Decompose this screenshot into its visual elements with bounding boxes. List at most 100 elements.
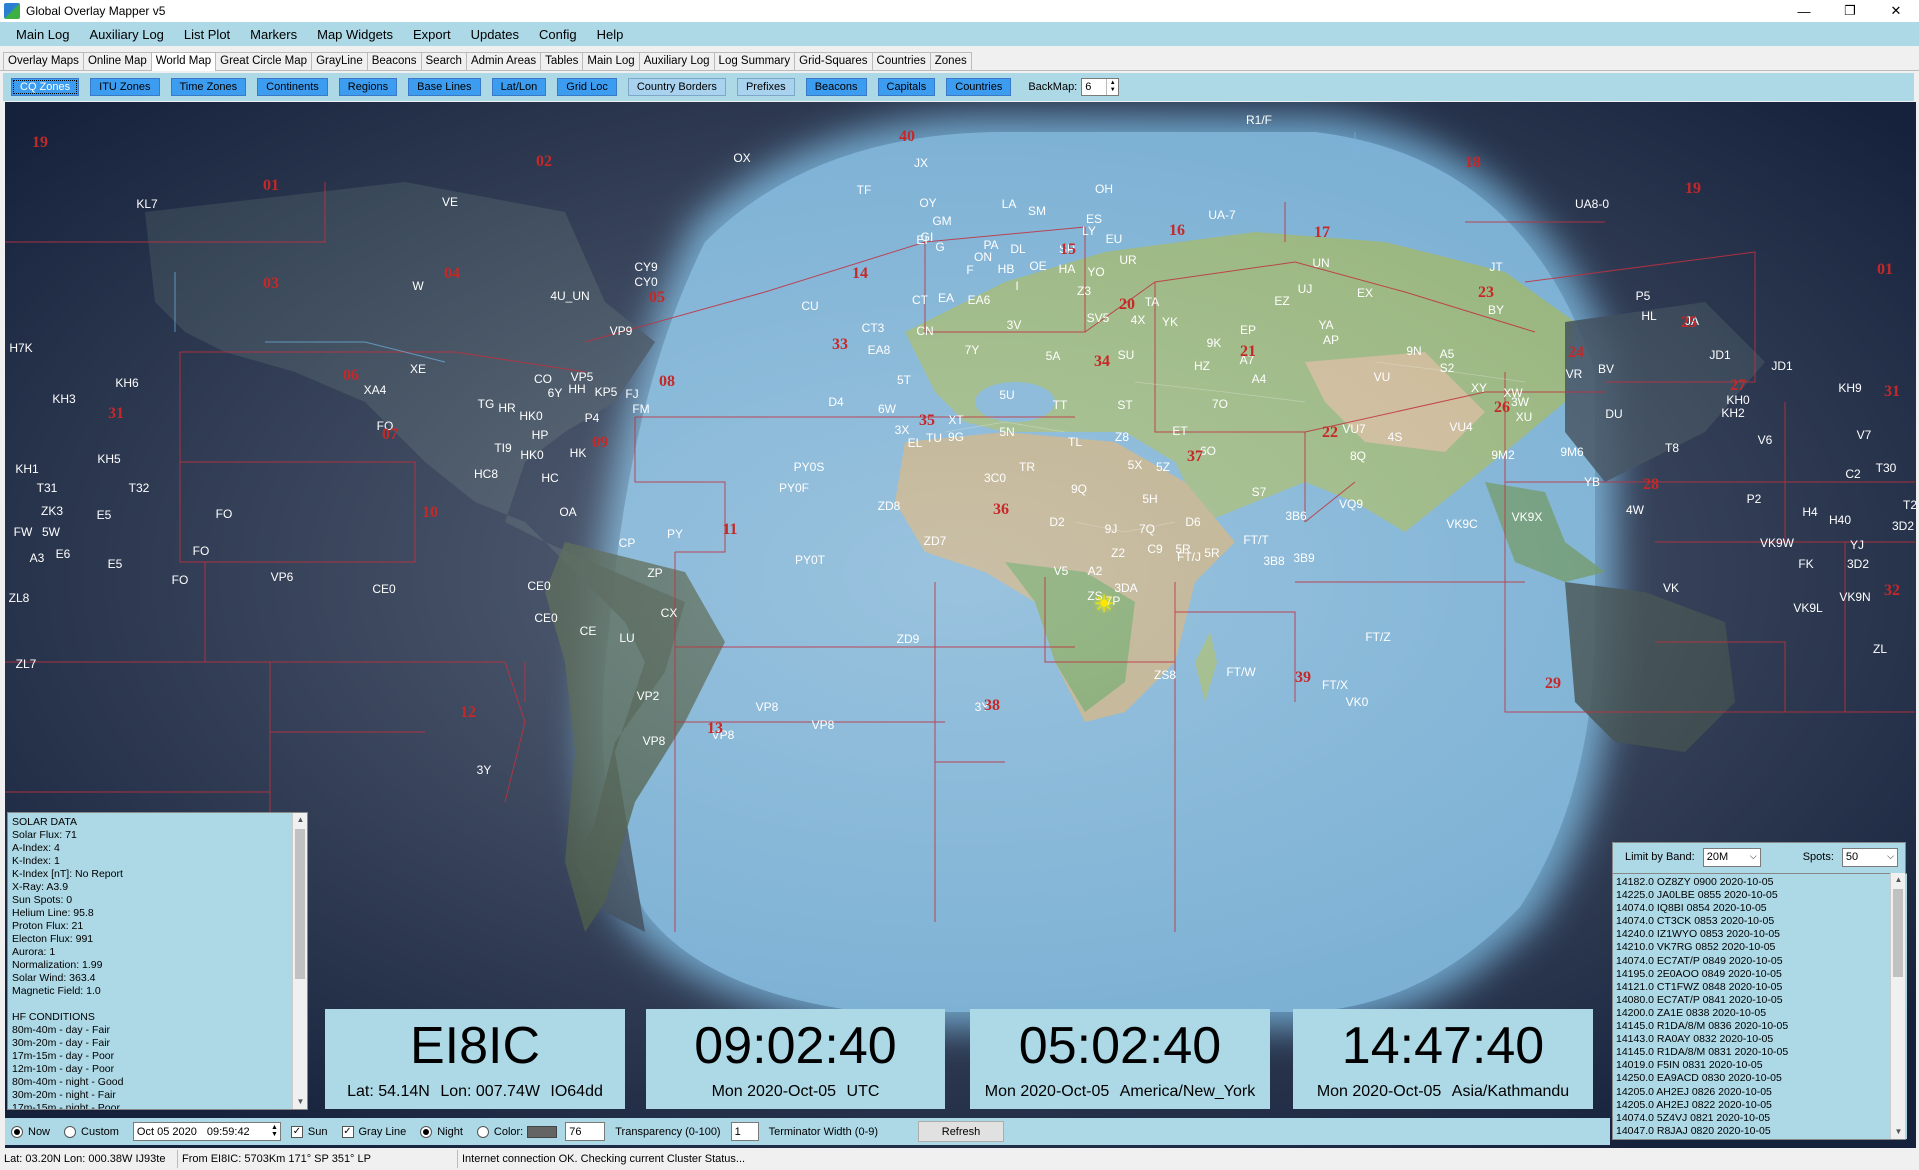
spinner-arrows-icon[interactable]: ▲ ▼: [1106, 79, 1118, 95]
menu-config[interactable]: Config: [529, 27, 587, 42]
spot-list-item[interactable]: 14240.0 IZ1WYO 0853 2020-10-05: [1616, 928, 1889, 941]
menu-map-widgets[interactable]: Map Widgets: [307, 27, 403, 42]
tab-search[interactable]: Search: [420, 52, 467, 70]
spot-list-item[interactable]: 14145.0 R1DA/8/M 0831 2020-10-05: [1616, 1046, 1889, 1059]
spot-list-item[interactable]: 14047.0 R8JAJ 0820 2020-10-05: [1616, 1125, 1889, 1138]
spot-list-item[interactable]: 14080.0 EC7AT/P 0841 2020-10-05: [1616, 994, 1889, 1007]
refresh-button[interactable]: Refresh: [918, 1121, 1005, 1142]
minimize-button[interactable]: —: [1781, 0, 1827, 22]
tab-log-summary[interactable]: Log Summary: [713, 52, 796, 70]
now-radio[interactable]: Now: [11, 1125, 50, 1138]
spot-list-item[interactable]: 14074.0 CT3CK 0853 2020-10-05: [1616, 915, 1889, 928]
scroll-up-arrow-icon[interactable]: ▲: [293, 813, 307, 827]
solar-scrollbar[interactable]: ▲ ▼: [292, 813, 307, 1109]
tab-online-map[interactable]: Online Map: [82, 52, 152, 70]
backmap-spinner[interactable]: 6 ▲ ▼: [1081, 78, 1120, 96]
tab-zones[interactable]: Zones: [929, 52, 972, 70]
spot-list-item[interactable]: 14225.0 JA0LBE 0855 2020-10-05: [1616, 889, 1889, 902]
now-radio-dot[interactable]: [11, 1125, 23, 1138]
band-select[interactable]: 20M ⌵: [1702, 847, 1761, 867]
tab-countries[interactable]: Countries: [871, 52, 931, 70]
toggle-base-lines[interactable]: Base Lines: [408, 78, 481, 96]
spot-list-item[interactable]: 14182.0 OZ8ZY 0900 2020-10-05: [1616, 876, 1889, 889]
prefix-label: VP8: [755, 700, 779, 714]
tab-auxiliary-log[interactable]: Auxiliary Log: [638, 52, 715, 70]
toggle-itu-zones[interactable]: ITU Zones: [90, 78, 160, 96]
tab-grid-squares[interactable]: Grid-Squares: [794, 52, 873, 70]
tab-main-log[interactable]: Main Log: [582, 52, 640, 70]
toggle-grid-loc[interactable]: Grid Loc: [557, 78, 617, 96]
tab-beacons[interactable]: Beacons: [366, 52, 422, 70]
spot-list-item[interactable]: 14205.0 AH2EJ 0822 2020-10-05: [1616, 1099, 1889, 1112]
prefix-label: KH3: [52, 392, 76, 406]
night-radio-dot[interactable]: [420, 1125, 433, 1138]
toggle-country-borders[interactable]: Country Borders: [627, 78, 726, 96]
toggle-time-zones[interactable]: Time Zones: [170, 78, 247, 96]
night-radio[interactable]: Night: [420, 1125, 463, 1138]
tab-overlay-maps[interactable]: Overlay Maps: [3, 52, 84, 70]
terminator-width-input[interactable]: 1: [730, 1122, 759, 1141]
toggle-beacons[interactable]: Beacons: [805, 78, 867, 96]
spot-list-item[interactable]: 14250.0 EA9ACD 0830 2020-10-05: [1616, 1072, 1889, 1085]
spot-list-item[interactable]: 14074.0 IQ8BI 0854 2020-10-05: [1616, 902, 1889, 915]
custom-radio-dot[interactable]: [64, 1125, 77, 1138]
toggle-prefixes[interactable]: Prefixes: [736, 78, 795, 96]
toggle-cq-zones[interactable]: CQ Zones: [11, 78, 80, 96]
scroll-up-arrow-icon[interactable]: ▲: [1891, 873, 1906, 887]
close-button[interactable]: ✕: [1873, 0, 1919, 22]
color-radio[interactable]: Color:: [476, 1125, 523, 1138]
toggle-lat-lon[interactable]: Lat/Lon: [491, 78, 547, 96]
grayline-checkbox[interactable]: ✓ Gray Line: [341, 1125, 406, 1138]
tab-tables[interactable]: Tables: [540, 52, 584, 70]
toggle-regions[interactable]: Regions: [338, 78, 398, 96]
toggle-capitals[interactable]: Capitals: [877, 78, 936, 96]
scroll-thumb[interactable]: [295, 829, 305, 979]
menu-updates[interactable]: Updates: [461, 27, 529, 42]
tab-great-circle-map[interactable]: Great Circle Map: [215, 52, 313, 70]
spot-list-item[interactable]: 14143.0 RA0AY 0832 2020-10-05: [1616, 1033, 1889, 1046]
tab-world-map[interactable]: World Map: [150, 52, 217, 71]
grayline-check-icon[interactable]: ✓: [341, 1125, 354, 1138]
spinner-arrows-icon[interactable]: ▲ ▼: [271, 1124, 278, 1138]
spots-list[interactable]: 14182.0 OZ8ZY 0900 2020-10-05 14225.0 JA0…: [1613, 873, 1907, 1139]
prefix-label: ST: [1117, 398, 1133, 412]
solar-data-line: 30m-20m - night - Fair: [12, 1089, 116, 1101]
solar-data-panel[interactable]: SOLAR DATA Solar Flux: 71 A-Index: 4 K-Inde…: [7, 812, 308, 1110]
spot-list-item[interactable]: 14200.0 ZA1E 0838 2020-10-05: [1616, 1007, 1889, 1020]
night-color-swatch[interactable]: [527, 1125, 558, 1138]
scroll-down-arrow-icon[interactable]: ▼: [1891, 1125, 1906, 1139]
sun-check-icon[interactable]: ✓: [290, 1125, 303, 1138]
toggle-countries[interactable]: Countries: [946, 78, 1012, 96]
menu-markers[interactable]: Markers: [240, 27, 307, 42]
spot-list-item[interactable]: 14145.0 R1DA/8/M 0836 2020-10-05: [1616, 1020, 1889, 1033]
menu-export[interactable]: Export: [403, 27, 461, 42]
scroll-down-arrow-icon[interactable]: ▼: [293, 1095, 307, 1109]
spot-list-item[interactable]: 14019.0 F5IN 0831 2020-10-05: [1616, 1059, 1889, 1072]
color-radio-dot[interactable]: [476, 1125, 489, 1138]
toggle-continents[interactable]: Continents: [257, 78, 328, 96]
menu-list-plot[interactable]: List Plot: [174, 27, 240, 42]
spot-list-item[interactable]: 14074.0 5Z4VJ 0821 2020-10-05: [1616, 1112, 1889, 1125]
menu-main-log[interactable]: Main Log: [6, 27, 79, 42]
spot-list-item[interactable]: 14195.0 2E0AOO 0849 2020-10-05: [1616, 968, 1889, 981]
prefix-label: CE: [579, 624, 597, 638]
custom-radio[interactable]: Custom: [64, 1125, 119, 1138]
prefix-label: 5X: [1127, 458, 1143, 472]
datetime-picker[interactable]: Oct 05 2020 09:59:42 ▲ ▼: [132, 1122, 281, 1141]
prefix-label: 4U_UN: [550, 289, 590, 303]
spots-count-select[interactable]: 50 ⌵: [1841, 847, 1898, 867]
spot-list-item[interactable]: 14121.0 CT1FWZ 0848 2020-10-05: [1616, 981, 1889, 994]
scroll-thumb[interactable]: [1893, 889, 1903, 977]
tab-admin-areas[interactable]: Admin Areas: [465, 52, 542, 70]
prefix-label: TR: [1019, 460, 1035, 474]
tab-grayline[interactable]: GrayLine: [311, 52, 368, 70]
transparency-input[interactable]: 76: [565, 1122, 606, 1141]
maximize-button[interactable]: ❐: [1827, 0, 1873, 22]
spot-list-item[interactable]: 14210.0 VK7RG 0852 2020-10-05: [1616, 941, 1889, 954]
sun-checkbox[interactable]: ✓ Sun: [290, 1125, 328, 1138]
spot-list-item[interactable]: 14205.0 AH2EJ 0826 2020-10-05: [1616, 1086, 1889, 1099]
menu-help[interactable]: Help: [587, 27, 634, 42]
spots-scrollbar[interactable]: ▲ ▼: [1890, 873, 1905, 1139]
menu-auxiliary-log[interactable]: Auxiliary Log: [79, 27, 173, 42]
spot-list-item[interactable]: 14074.0 EC7AT/P 0849 2020-10-05: [1616, 955, 1889, 968]
